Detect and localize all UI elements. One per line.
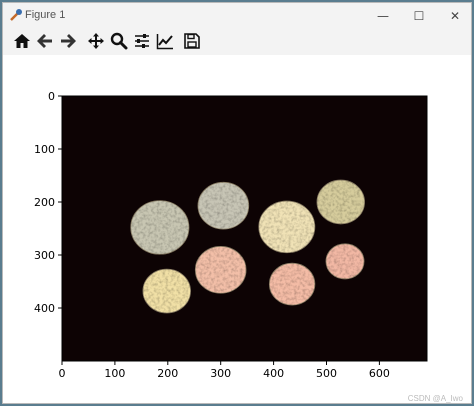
y-tick-label: 200 (34, 196, 55, 209)
zoom-button[interactable] (108, 30, 130, 52)
coin-8 (142, 268, 191, 314)
x-tick-label: 200 (157, 367, 178, 380)
edit-axis-button[interactable] (154, 30, 176, 52)
y-tick-label: 300 (34, 249, 55, 262)
y-axis: 0 100 200 300 400 (34, 90, 62, 315)
floppy-disk-icon (184, 33, 200, 49)
image-background (62, 96, 427, 361)
arrow-right-icon (61, 34, 76, 48)
coin-4 (316, 179, 365, 225)
title-bar[interactable]: Figure 1 — ☐ ✕ (3, 3, 471, 29)
maximize-button[interactable]: ☐ (401, 3, 437, 29)
watermark-text: CSDN @A_Iwo (407, 394, 463, 403)
figure-canvas[interactable]: 0 100 200 300 400 500 600 0 100 200 300 400 CSDN @… (3, 55, 472, 404)
y-tick-label: 100 (34, 143, 55, 156)
x-tick-label: 500 (316, 367, 337, 380)
x-tick-label: 0 (59, 367, 66, 380)
coin-1 (130, 200, 190, 255)
x-tick-label: 600 (369, 367, 390, 380)
x-tick-label: 100 (104, 367, 125, 380)
matplotlib-app-icon (10, 9, 22, 21)
arrow-left-icon (37, 34, 52, 48)
pan-button[interactable] (85, 30, 107, 52)
magnifier-icon (110, 32, 128, 50)
save-button[interactable] (181, 30, 203, 52)
x-tick-label: 300 (210, 367, 231, 380)
y-tick-label: 400 (34, 302, 55, 315)
navigation-toolbar (3, 29, 471, 55)
window-title: Figure 1 (25, 9, 66, 21)
forward-button[interactable] (57, 30, 79, 52)
y-tick-label: 0 (48, 90, 55, 103)
coin-3 (258, 200, 316, 254)
sliders-icon (135, 34, 149, 48)
coin-2 (197, 181, 250, 230)
line-chart-icon (156, 34, 173, 50)
back-button[interactable] (34, 30, 56, 52)
x-axis: 0 100 200 300 400 500 600 (59, 361, 390, 380)
coin-7 (325, 243, 365, 280)
home-icon (14, 34, 30, 48)
move-icon (88, 33, 104, 49)
configure-subplots-button[interactable] (131, 30, 153, 52)
image-axes[interactable]: 0 100 200 300 400 500 600 0 100 200 300 400 (3, 55, 472, 404)
coin-6 (268, 262, 316, 306)
coin-5 (194, 246, 247, 294)
close-button[interactable]: ✕ (437, 3, 471, 29)
figure-window: Figure 1 — ☐ ✕ 0 100 200 300 400 500 600… (2, 2, 472, 404)
minimize-button[interactable]: — (365, 3, 401, 29)
home-button[interactable] (11, 30, 33, 52)
x-tick-label: 400 (263, 367, 284, 380)
